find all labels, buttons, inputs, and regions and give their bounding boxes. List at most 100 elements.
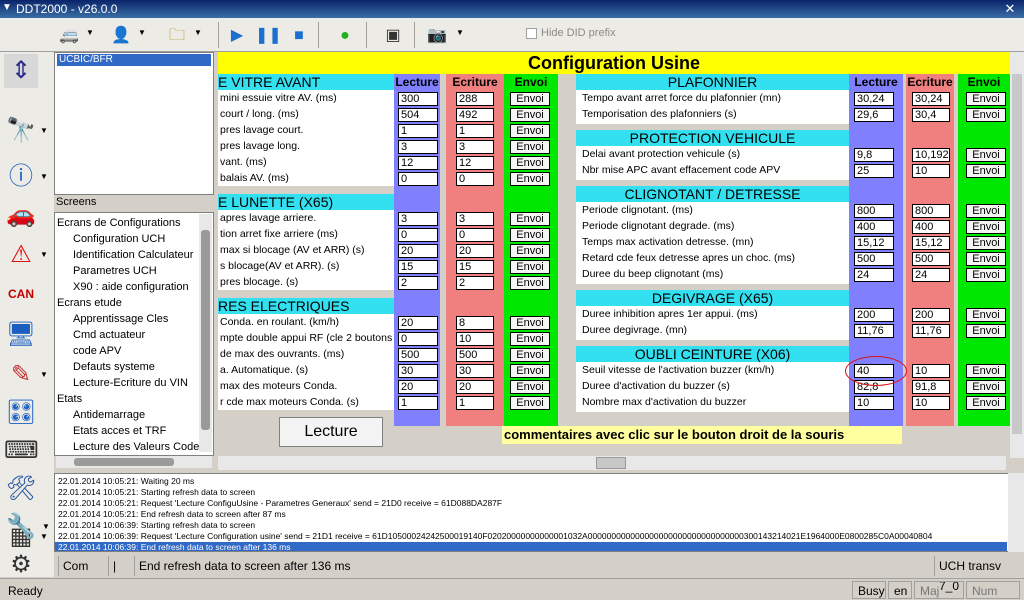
ecriture-input[interactable]: 10 xyxy=(912,396,950,410)
vehicle-icon[interactable]: 🚐 xyxy=(56,22,82,48)
ecriture-input[interactable]: 20 xyxy=(456,244,494,258)
envoi-button[interactable]: Envoi xyxy=(510,212,550,226)
envoi-button[interactable]: Envoi xyxy=(966,92,1006,106)
tree-node[interactable]: X90 : aide configuration xyxy=(73,281,189,293)
tools-icon[interactable]: 🛠 xyxy=(4,472,38,506)
pause-icon[interactable]: ❚❚ xyxy=(254,22,282,48)
tree-node[interactable]: Configuration UCH xyxy=(73,233,165,245)
play-icon[interactable]: ▶ xyxy=(224,22,250,48)
ecriture-input[interactable]: 3 xyxy=(456,212,494,226)
ecriture-input[interactable]: 20 xyxy=(456,380,494,394)
tree-horizontal-scrollbar[interactable] xyxy=(56,456,212,468)
checkbox-box[interactable] xyxy=(526,27,537,39)
info-icon[interactable]: ⓘ xyxy=(4,160,38,194)
ecriture-input[interactable]: 400 xyxy=(912,220,950,234)
ecriture-input[interactable]: 30 xyxy=(456,364,494,378)
envoi-button[interactable]: Envoi xyxy=(966,308,1006,322)
chevron-down-icon[interactable]: ▼ xyxy=(40,250,48,259)
scrollbar-thumb[interactable] xyxy=(1012,74,1022,434)
envoi-button[interactable]: Envoi xyxy=(510,380,550,394)
envoi-button[interactable]: Envoi xyxy=(510,92,550,106)
tree-node[interactable]: Apprentissage Cles xyxy=(73,313,168,325)
envoi-button[interactable]: Envoi xyxy=(966,204,1006,218)
tree-node[interactable]: Etats acces et TRF xyxy=(73,425,166,437)
scrollbar-thumb[interactable] xyxy=(201,230,210,430)
ecriture-input[interactable]: 10 xyxy=(912,364,950,378)
tree-node[interactable]: Lecture-Ecriture du VIN xyxy=(73,377,188,389)
navigate-up-down-icon[interactable]: ⇕ xyxy=(4,54,38,88)
envoi-button[interactable]: Envoi xyxy=(966,324,1006,338)
tree-node-group[interactable]: Ecrans de Configurations xyxy=(57,217,181,229)
ecriture-input[interactable]: 200 xyxy=(912,308,950,322)
tree-node[interactable]: code APV xyxy=(73,345,121,357)
can-icon[interactable]: CAN xyxy=(4,274,38,308)
hide-did-prefix-checkbox[interactable]: Hide DID prefix xyxy=(526,27,616,39)
control-panel-icon[interactable]: 🎛 xyxy=(4,396,38,430)
envoi-button[interactable]: Envoi xyxy=(510,156,550,170)
envoi-button[interactable]: Envoi xyxy=(510,244,550,258)
envoi-button[interactable]: Envoi xyxy=(510,172,550,186)
folder-icon[interactable]: 🗀 xyxy=(164,22,190,48)
envoi-button[interactable]: Envoi xyxy=(510,124,550,138)
gear-icon[interactable]: ⚙ xyxy=(4,548,38,582)
ecriture-input[interactable]: 0 xyxy=(456,172,494,186)
ecriture-input[interactable]: 1 xyxy=(456,396,494,410)
ecriture-input[interactable]: 11,76 xyxy=(912,324,950,338)
close-button[interactable]: ✕ xyxy=(1000,1,1020,17)
tree-node[interactable]: Cmd actuateur xyxy=(73,329,145,341)
stop-icon[interactable]: ■ xyxy=(286,22,312,48)
ecriture-input[interactable]: 91,8 xyxy=(912,380,950,394)
ecriture-input[interactable]: 2 xyxy=(456,276,494,290)
chevron-down-icon[interactable]: ▼ xyxy=(40,532,48,541)
ecriture-input[interactable]: 10 xyxy=(456,332,494,346)
envoi-button[interactable]: Envoi xyxy=(510,276,550,290)
chevron-down-icon[interactable]: ▼ xyxy=(194,28,202,37)
ecriture-input[interactable]: 10 xyxy=(912,164,950,178)
envoi-button[interactable]: Envoi xyxy=(510,316,550,330)
envoi-button[interactable]: Envoi xyxy=(510,332,550,346)
envoi-button[interactable]: Envoi xyxy=(966,268,1006,282)
chevron-down-icon[interactable]: ▼ xyxy=(40,172,48,181)
ecriture-input[interactable]: 30,4 xyxy=(912,108,950,122)
ecriture-input[interactable]: 288 xyxy=(456,92,494,106)
envoi-button[interactable]: Envoi xyxy=(510,228,550,242)
envoi-button[interactable]: Envoi xyxy=(966,164,1006,178)
warning-icon[interactable]: ⚠ xyxy=(4,238,38,272)
ecriture-input[interactable]: 12 xyxy=(456,156,494,170)
tree-node-group[interactable]: Etats xyxy=(57,393,82,405)
chevron-down-icon[interactable]: ▼ xyxy=(86,28,94,37)
envoi-button[interactable]: Envoi xyxy=(510,396,550,410)
record-icon[interactable]: ● xyxy=(332,22,358,48)
envoi-button[interactable]: Envoi xyxy=(510,140,550,154)
chevron-down-icon[interactable]: ▼ xyxy=(456,28,464,37)
lecture-button[interactable]: Lecture xyxy=(279,417,383,447)
chevron-down-icon[interactable]: ▼ xyxy=(138,28,146,37)
main-horizontal-scrollbar[interactable] xyxy=(218,456,1006,470)
ecriture-input[interactable]: 15,12 xyxy=(912,236,950,250)
scrollbar-thumb[interactable] xyxy=(74,458,174,466)
chevron-down-icon[interactable]: ▼ xyxy=(40,126,48,135)
camera-icon[interactable]: 📷 xyxy=(424,22,450,48)
envoi-button[interactable]: Envoi xyxy=(510,364,550,378)
envoi-button[interactable]: Envoi xyxy=(966,364,1006,378)
envoi-button[interactable]: Envoi xyxy=(966,236,1006,250)
tree-vertical-scrollbar[interactable] xyxy=(199,214,212,452)
chevron-down-icon[interactable]: ▼ xyxy=(40,370,48,379)
wrench-icon[interactable]: 🔧 xyxy=(4,510,38,544)
log-scrollbar[interactable] xyxy=(1008,473,1024,552)
window-icon[interactable]: ▣ xyxy=(380,22,406,48)
envoi-button[interactable]: Envoi xyxy=(966,220,1006,234)
ecriture-input[interactable]: 30,24 xyxy=(912,92,950,106)
ecriture-input[interactable]: 500 xyxy=(456,348,494,362)
chevron-down-icon[interactable]: ▼ xyxy=(42,522,50,531)
envoi-button[interactable]: Envoi xyxy=(966,252,1006,266)
envoi-button[interactable]: Envoi xyxy=(966,380,1006,394)
edit-chart-icon[interactable]: ✎ xyxy=(4,358,38,392)
ecriture-input[interactable]: 10,192 xyxy=(912,148,950,162)
envoi-button[interactable]: Envoi xyxy=(510,108,550,122)
barcode-scanner-icon[interactable]: ⌨ xyxy=(4,434,39,468)
envoi-button[interactable]: Envoi xyxy=(966,108,1006,122)
user-icon[interactable]: 👤 xyxy=(108,22,134,48)
tree-node[interactable]: Lecture des Valeurs Codee xyxy=(73,441,206,453)
envoi-button[interactable]: Envoi xyxy=(966,396,1006,410)
